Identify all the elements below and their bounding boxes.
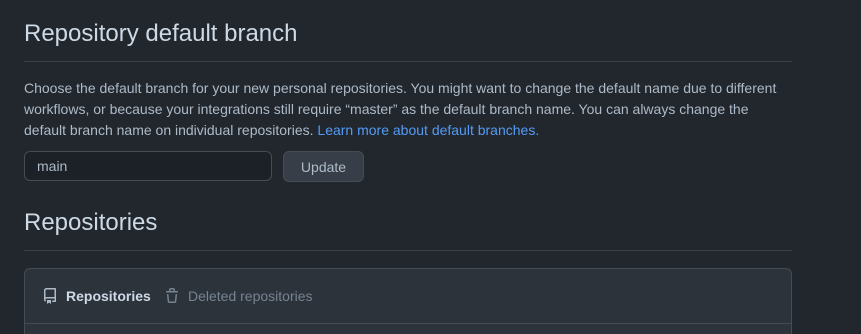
tab-deleted-repositories[interactable]: Deleted repositories (164, 285, 313, 307)
trash-icon (164, 288, 180, 304)
learn-more-link[interactable]: Learn more about default branches. (317, 122, 539, 138)
heading-divider (24, 61, 792, 62)
repo-icon (42, 288, 58, 304)
default-branch-input[interactable] (24, 151, 272, 181)
update-button[interactable]: Update (283, 151, 364, 182)
tab-repositories[interactable]: Repositories (42, 285, 151, 307)
panel-header-divider (25, 323, 791, 324)
repositories-panel: Repositories Deleted repositories (24, 268, 792, 334)
default-branch-description: Choose the default branch for your new p… (24, 78, 792, 141)
repositories-heading: Repositories (24, 209, 158, 236)
default-branch-heading: Repository default branch (24, 20, 298, 47)
tab-repositories-label: Repositories (66, 288, 151, 304)
tab-deleted-label: Deleted repositories (188, 288, 313, 304)
settings-page: Repository default branch Choose the def… (0, 0, 861, 334)
repositories-divider (24, 250, 792, 251)
